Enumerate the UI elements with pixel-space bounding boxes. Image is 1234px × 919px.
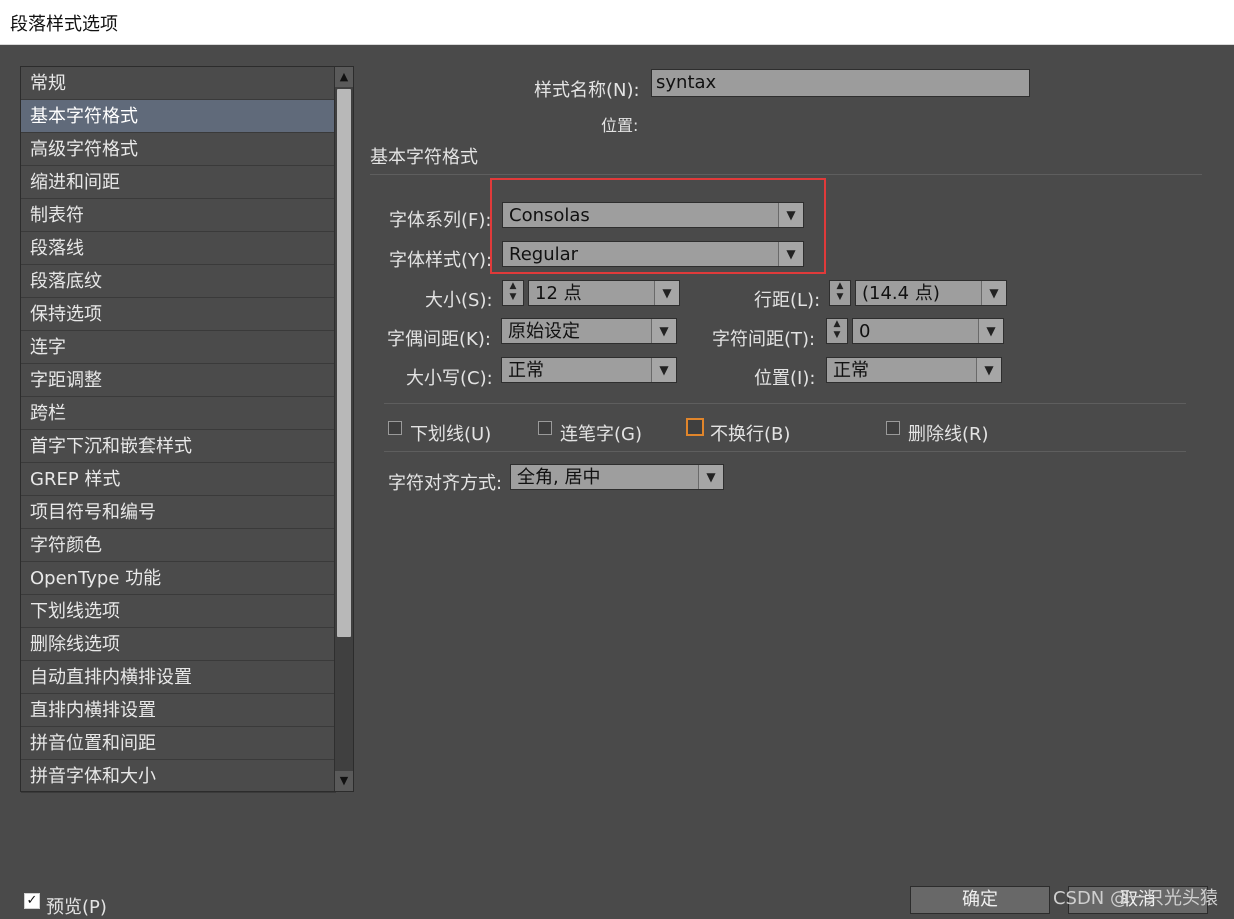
sidebar-item-tate-chu-yoko[interactable]: 直排内横排设置 bbox=[21, 694, 336, 727]
scroll-thumb[interactable] bbox=[337, 89, 351, 637]
ligatures-checkbox[interactable] bbox=[538, 421, 552, 435]
chevron-down-icon[interactable]: ▼ bbox=[981, 281, 1006, 305]
strikethrough-label[interactable]: 删除线(R) bbox=[908, 420, 989, 446]
scroll-up-icon[interactable]: ▲ bbox=[335, 67, 353, 87]
sidebar-item-advanced-char-format[interactable]: 高级字符格式 bbox=[21, 133, 336, 166]
leading-label: 行距(L): bbox=[754, 290, 821, 311]
sidebar-item-underline-options[interactable]: 下划线选项 bbox=[21, 595, 336, 628]
sidebar-item-ruby-font-size[interactable]: 拼音字体和大小 bbox=[21, 760, 336, 793]
size-select[interactable]: 12 点 ▼ bbox=[528, 280, 680, 306]
alignment-value: 全角, 居中 bbox=[517, 467, 601, 488]
chevron-down-icon[interactable]: ▼ bbox=[778, 242, 803, 266]
sidebar-item-justification[interactable]: 字距调整 bbox=[21, 364, 336, 397]
size-stepper[interactable]: ▲ ▼ bbox=[502, 280, 524, 306]
sidebar-item-paragraph-shading[interactable]: 段落底纹 bbox=[21, 265, 336, 298]
sidebar-item-bullets-numbering[interactable]: 项目符号和编号 bbox=[21, 496, 336, 529]
size-value: 12 点 bbox=[535, 283, 582, 304]
kerning-label: 字偶间距(K): bbox=[387, 329, 491, 350]
case-label: 大小写(C): bbox=[406, 368, 493, 389]
font-style-value: Regular bbox=[509, 244, 579, 265]
font-family-value: Consolas bbox=[509, 205, 590, 226]
window-title: 段落样式选项 bbox=[10, 14, 118, 35]
alignment-label: 字符对齐方式: bbox=[388, 473, 503, 494]
leading-select[interactable]: (14.4 点) ▼ bbox=[855, 280, 1007, 306]
no-break-checkbox[interactable] bbox=[686, 418, 704, 436]
scroll-down-icon[interactable]: ▼ bbox=[335, 771, 353, 791]
kerning-select[interactable]: 原始设定 ▼ bbox=[501, 318, 677, 344]
ok-button[interactable]: 确定 bbox=[910, 886, 1050, 914]
size-label: 大小(S): bbox=[425, 290, 493, 311]
tracking-select[interactable]: 0 ▼ bbox=[852, 318, 1004, 344]
kerning-value: 原始设定 bbox=[508, 321, 580, 342]
position-field-label: 位置(I): bbox=[754, 368, 816, 389]
underline-checkbox[interactable] bbox=[388, 421, 402, 435]
position-value: 正常 bbox=[833, 360, 869, 381]
tracking-stepper[interactable]: ▲ ▼ bbox=[826, 318, 848, 344]
chevron-down-icon[interactable]: ▼ bbox=[978, 319, 1003, 343]
chevron-down-icon[interactable]: ▼ bbox=[651, 358, 676, 382]
tracking-value: 0 bbox=[859, 321, 871, 342]
sidebar-item-opentype[interactable]: OpenType 功能 bbox=[21, 562, 336, 595]
style-name-input[interactable]: syntax bbox=[651, 69, 1030, 97]
case-value: 正常 bbox=[508, 360, 544, 381]
section-divider bbox=[370, 174, 1202, 175]
sidebar-item-tabs[interactable]: 制表符 bbox=[21, 199, 336, 232]
form-divider bbox=[384, 403, 1186, 404]
no-break-label[interactable]: 不换行(B) bbox=[710, 420, 790, 446]
category-list[interactable]: 常规 基本字符格式 高级字符格式 缩进和间距 制表符 段落线 段落底纹 保持选项… bbox=[20, 66, 354, 793]
position-label: 位置: bbox=[601, 116, 639, 135]
style-name-label: 样式名称(N): bbox=[534, 80, 640, 101]
leading-stepper[interactable]: ▲ ▼ bbox=[829, 280, 851, 306]
case-select[interactable]: 正常 ▼ bbox=[501, 357, 677, 383]
title-bar: 段落样式选项 bbox=[0, 0, 1234, 45]
sidebar-item-paragraph-rules[interactable]: 段落线 bbox=[21, 232, 336, 265]
sidebar-item-general[interactable]: 常规 bbox=[21, 67, 336, 100]
chevron-down-icon[interactable]: ▼ bbox=[698, 465, 723, 489]
sidebar-item-indents-spacing[interactable]: 缩进和间距 bbox=[21, 166, 336, 199]
preview-checkbox[interactable]: ✓ bbox=[24, 893, 40, 909]
sidebar-item-span-columns[interactable]: 跨栏 bbox=[21, 397, 336, 430]
watermark-text: CSDN @一只光头猿 bbox=[1052, 888, 1218, 909]
sidebar-scrollbar[interactable]: ▲ ▼ bbox=[334, 67, 353, 791]
sidebar-item-ruby-position[interactable]: 拼音位置和间距 bbox=[21, 727, 336, 760]
section-title: 基本字符格式 bbox=[370, 147, 478, 168]
tracking-label: 字符间距(T): bbox=[712, 329, 816, 350]
sidebar-item-auto-tate-chu-yoko[interactable]: 自动直排内横排设置 bbox=[21, 661, 336, 694]
font-family-label: 字体系列(F): bbox=[389, 210, 492, 231]
leading-value: (14.4 点) bbox=[862, 283, 940, 304]
sidebar-item-strikethrough-options[interactable]: 删除线选项 bbox=[21, 628, 336, 661]
font-style-select[interactable]: Regular ▼ bbox=[502, 241, 804, 267]
strikethrough-checkbox[interactable] bbox=[886, 421, 900, 435]
alignment-select[interactable]: 全角, 居中 ▼ bbox=[510, 464, 724, 490]
underline-label[interactable]: 下划线(U) bbox=[410, 420, 491, 446]
preview-label[interactable]: 预览(P) bbox=[46, 893, 107, 919]
checkbox-divider bbox=[384, 451, 1186, 452]
font-family-select[interactable]: Consolas ▼ bbox=[502, 202, 804, 228]
sidebar-item-hyphenation[interactable]: 连字 bbox=[21, 331, 336, 364]
chevron-down-icon[interactable]: ▼ bbox=[778, 203, 803, 227]
sidebar-item-grep-style[interactable]: GREP 样式 bbox=[21, 463, 336, 496]
position-select[interactable]: 正常 ▼ bbox=[826, 357, 1002, 383]
sidebar-item-basic-char-format[interactable]: 基本字符格式 bbox=[21, 100, 336, 133]
chevron-down-icon[interactable]: ▼ bbox=[651, 319, 676, 343]
chevron-down-icon[interactable]: ▼ bbox=[654, 281, 679, 305]
sidebar-item-keep-options[interactable]: 保持选项 bbox=[21, 298, 336, 331]
chevron-down-icon[interactable]: ▼ bbox=[976, 358, 1001, 382]
ligatures-label[interactable]: 连笔字(G) bbox=[560, 420, 642, 446]
sidebar-item-character-color[interactable]: 字符颜色 bbox=[21, 529, 336, 562]
font-style-label: 字体样式(Y): bbox=[389, 250, 493, 271]
sidebar-item-drop-caps[interactable]: 首字下沉和嵌套样式 bbox=[21, 430, 336, 463]
